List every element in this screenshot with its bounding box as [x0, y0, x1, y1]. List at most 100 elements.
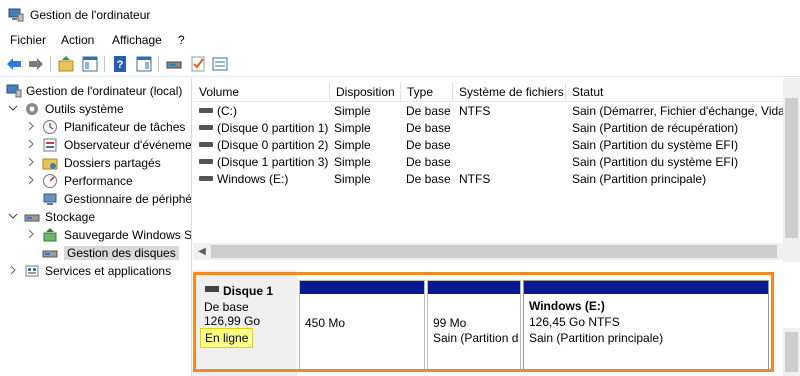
- partition-block-windows[interactable]: Windows (E:) 126,45 Go NTFS Sain (Partit…: [523, 280, 769, 370]
- drive-icon: [199, 125, 213, 130]
- tree-item-label: Outils système: [45, 102, 124, 116]
- chevron-right-icon[interactable]: [26, 229, 36, 239]
- forward-arrow-icon[interactable]: [26, 54, 46, 74]
- volume-filesystem: NTFS: [459, 172, 491, 186]
- table-row[interactable]: Windows (E:) Simple De base NTFS Sain (P…: [193, 170, 800, 187]
- chevron-right-icon[interactable]: [26, 175, 36, 185]
- volume-status: Sain (Partition du système EFI): [572, 138, 739, 152]
- table-row[interactable]: (C:) Simple De base NTFS Sain (Démarrer,…: [193, 102, 800, 119]
- tree-item-label: Gestion des disques: [64, 246, 179, 260]
- vertical-scrollbar[interactable]: [783, 328, 800, 376]
- tree-item-system-tools[interactable]: Outils système: [0, 100, 191, 118]
- column-header-status[interactable]: Statut: [566, 82, 800, 102]
- tree-item-task-scheduler[interactable]: Planificateur de tâches: [0, 118, 191, 136]
- partition-bar: [524, 281, 768, 294]
- tree-item-windows-backup[interactable]: Sauvegarde Windows Se: [0, 226, 191, 244]
- disk-name: Disque 1: [223, 284, 274, 298]
- toolbar-separator: [158, 56, 159, 72]
- volume-status: Sain (Démarrer, Fichier d'échange, Vidag…: [572, 104, 786, 118]
- properties-icon[interactable]: [134, 54, 154, 74]
- partition-size: 99 Mo: [433, 316, 467, 330]
- disk-kind: De base: [204, 300, 249, 314]
- volume-layout: Simple: [334, 121, 371, 135]
- menu-action[interactable]: Action: [61, 33, 94, 47]
- volume-layout: Simple: [334, 138, 371, 152]
- disk-info[interactable]: Disque 1 De base 126,99 Go En ligne: [193, 270, 297, 376]
- horizontal-scrollbar[interactable]: ◀ ▶: [193, 243, 800, 260]
- partition-block[interactable]: 450 Mo: [299, 280, 425, 370]
- volume-filesystem: NTFS: [459, 104, 491, 118]
- drive-icon: [199, 108, 213, 113]
- partition-size: 450 Mo: [305, 316, 346, 330]
- chevron-right-icon[interactable]: [26, 121, 36, 131]
- volume-name: (Disque 0 partition 2): [217, 138, 329, 152]
- chevron-right-icon[interactable]: [8, 265, 18, 275]
- volume-type: De base: [406, 155, 451, 169]
- partition-status: Sain (Partition principale): [529, 331, 664, 345]
- disk-management-icon: [42, 250, 58, 258]
- up-folder-icon[interactable]: [56, 54, 76, 74]
- menu-fichier[interactable]: Fichier: [10, 33, 46, 47]
- computer-management-icon: [6, 84, 22, 98]
- volume-status: Sain (Partition principale): [572, 172, 707, 186]
- tree-item-performance[interactable]: Performance: [0, 172, 191, 190]
- tree-item-label: Observateur d'événeme: [64, 138, 192, 152]
- partition-title: Windows (E:): [529, 299, 605, 313]
- partition-bar: [300, 281, 424, 294]
- column-header-layout[interactable]: Disposition: [330, 82, 401, 102]
- tree-item-label: Stockage: [45, 210, 96, 224]
- disk-connect-icon[interactable]: [164, 54, 184, 74]
- console-tree-icon[interactable]: [80, 54, 100, 74]
- table-row[interactable]: (Disque 0 partition 1) Simple De base Sa…: [193, 119, 800, 136]
- tree-item-computer-management[interactable]: Gestion de l'ordinateur (local): [0, 82, 191, 100]
- chevron-right-icon[interactable]: [26, 139, 36, 149]
- volume-type: De base: [406, 104, 451, 118]
- volume-name: (C:): [217, 104, 237, 118]
- tree-item-device-manager[interactable]: Gestionnaire de périphé: [0, 190, 192, 208]
- chevron-down-icon[interactable]: [8, 103, 18, 113]
- table-row[interactable]: (Disque 1 partition 3) Simple De base Sa…: [193, 153, 800, 170]
- shared-folder-icon: [42, 158, 58, 170]
- volume-type: De base: [406, 172, 451, 186]
- tree-item-disk-management[interactable]: Gestion des disques: [0, 244, 191, 262]
- chevron-right-icon[interactable]: [26, 157, 36, 167]
- tree-item-label: Dossiers partagés: [64, 156, 161, 170]
- column-header-volume[interactable]: Volume: [193, 82, 330, 102]
- volume-type: De base: [406, 138, 451, 152]
- vertical-scrollbar[interactable]: [783, 78, 800, 262]
- partition-bar: [428, 281, 520, 294]
- performance-icon: [43, 174, 57, 188]
- tree-item-services-applications[interactable]: Services et applications: [0, 262, 191, 280]
- menu-bar: Fichier Action Affichage ?: [0, 30, 800, 50]
- partition-block[interactable]: 99 Mo Sain (Partition d: [427, 280, 521, 370]
- check-icon[interactable]: [188, 54, 208, 74]
- scrollbar-thumb[interactable]: [785, 98, 798, 238]
- back-arrow-icon[interactable]: [4, 54, 24, 74]
- volume-layout: Simple: [334, 155, 371, 169]
- disk-status-badge: En ligne: [200, 328, 254, 348]
- menu-help[interactable]: ?: [178, 33, 185, 47]
- tree-item-storage[interactable]: Stockage: [0, 208, 191, 226]
- volume-type: De base: [406, 121, 451, 135]
- disk-layout-pane: Disque 1 De base 126,99 Go En ligne 450 …: [193, 270, 800, 376]
- menu-affichage[interactable]: Affichage: [112, 33, 162, 47]
- partition-status: Sain (Partition d: [433, 331, 519, 345]
- window-title: Gestion de l'ordinateur: [30, 8, 151, 22]
- scroll-left-icon[interactable]: ◀: [196, 246, 208, 258]
- scrollbar-thumb[interactable]: [785, 332, 798, 372]
- column-header-filesystem[interactable]: Système de fichiers: [453, 82, 566, 102]
- tree-item-shared-folders[interactable]: Dossiers partagés: [0, 154, 191, 172]
- toolbar-separator: [104, 56, 105, 72]
- event-viewer-icon: [43, 138, 57, 152]
- title-bar: Gestion de l'ordinateur: [0, 0, 800, 30]
- tree-item-event-viewer[interactable]: Observateur d'événeme: [0, 136, 192, 154]
- list-view-icon[interactable]: [210, 54, 230, 74]
- computer-management-icon: [8, 8, 24, 22]
- column-header-type[interactable]: Type: [401, 82, 453, 102]
- table-row[interactable]: (Disque 0 partition 2) Simple De base Sa…: [193, 136, 800, 153]
- chevron-down-icon[interactable]: [8, 211, 18, 221]
- tree-item-label: Gestionnaire de périphé: [64, 192, 192, 206]
- help-icon[interactable]: ?: [110, 54, 130, 74]
- clock-icon: [43, 120, 57, 134]
- scrollbar-thumb[interactable]: [211, 245, 777, 258]
